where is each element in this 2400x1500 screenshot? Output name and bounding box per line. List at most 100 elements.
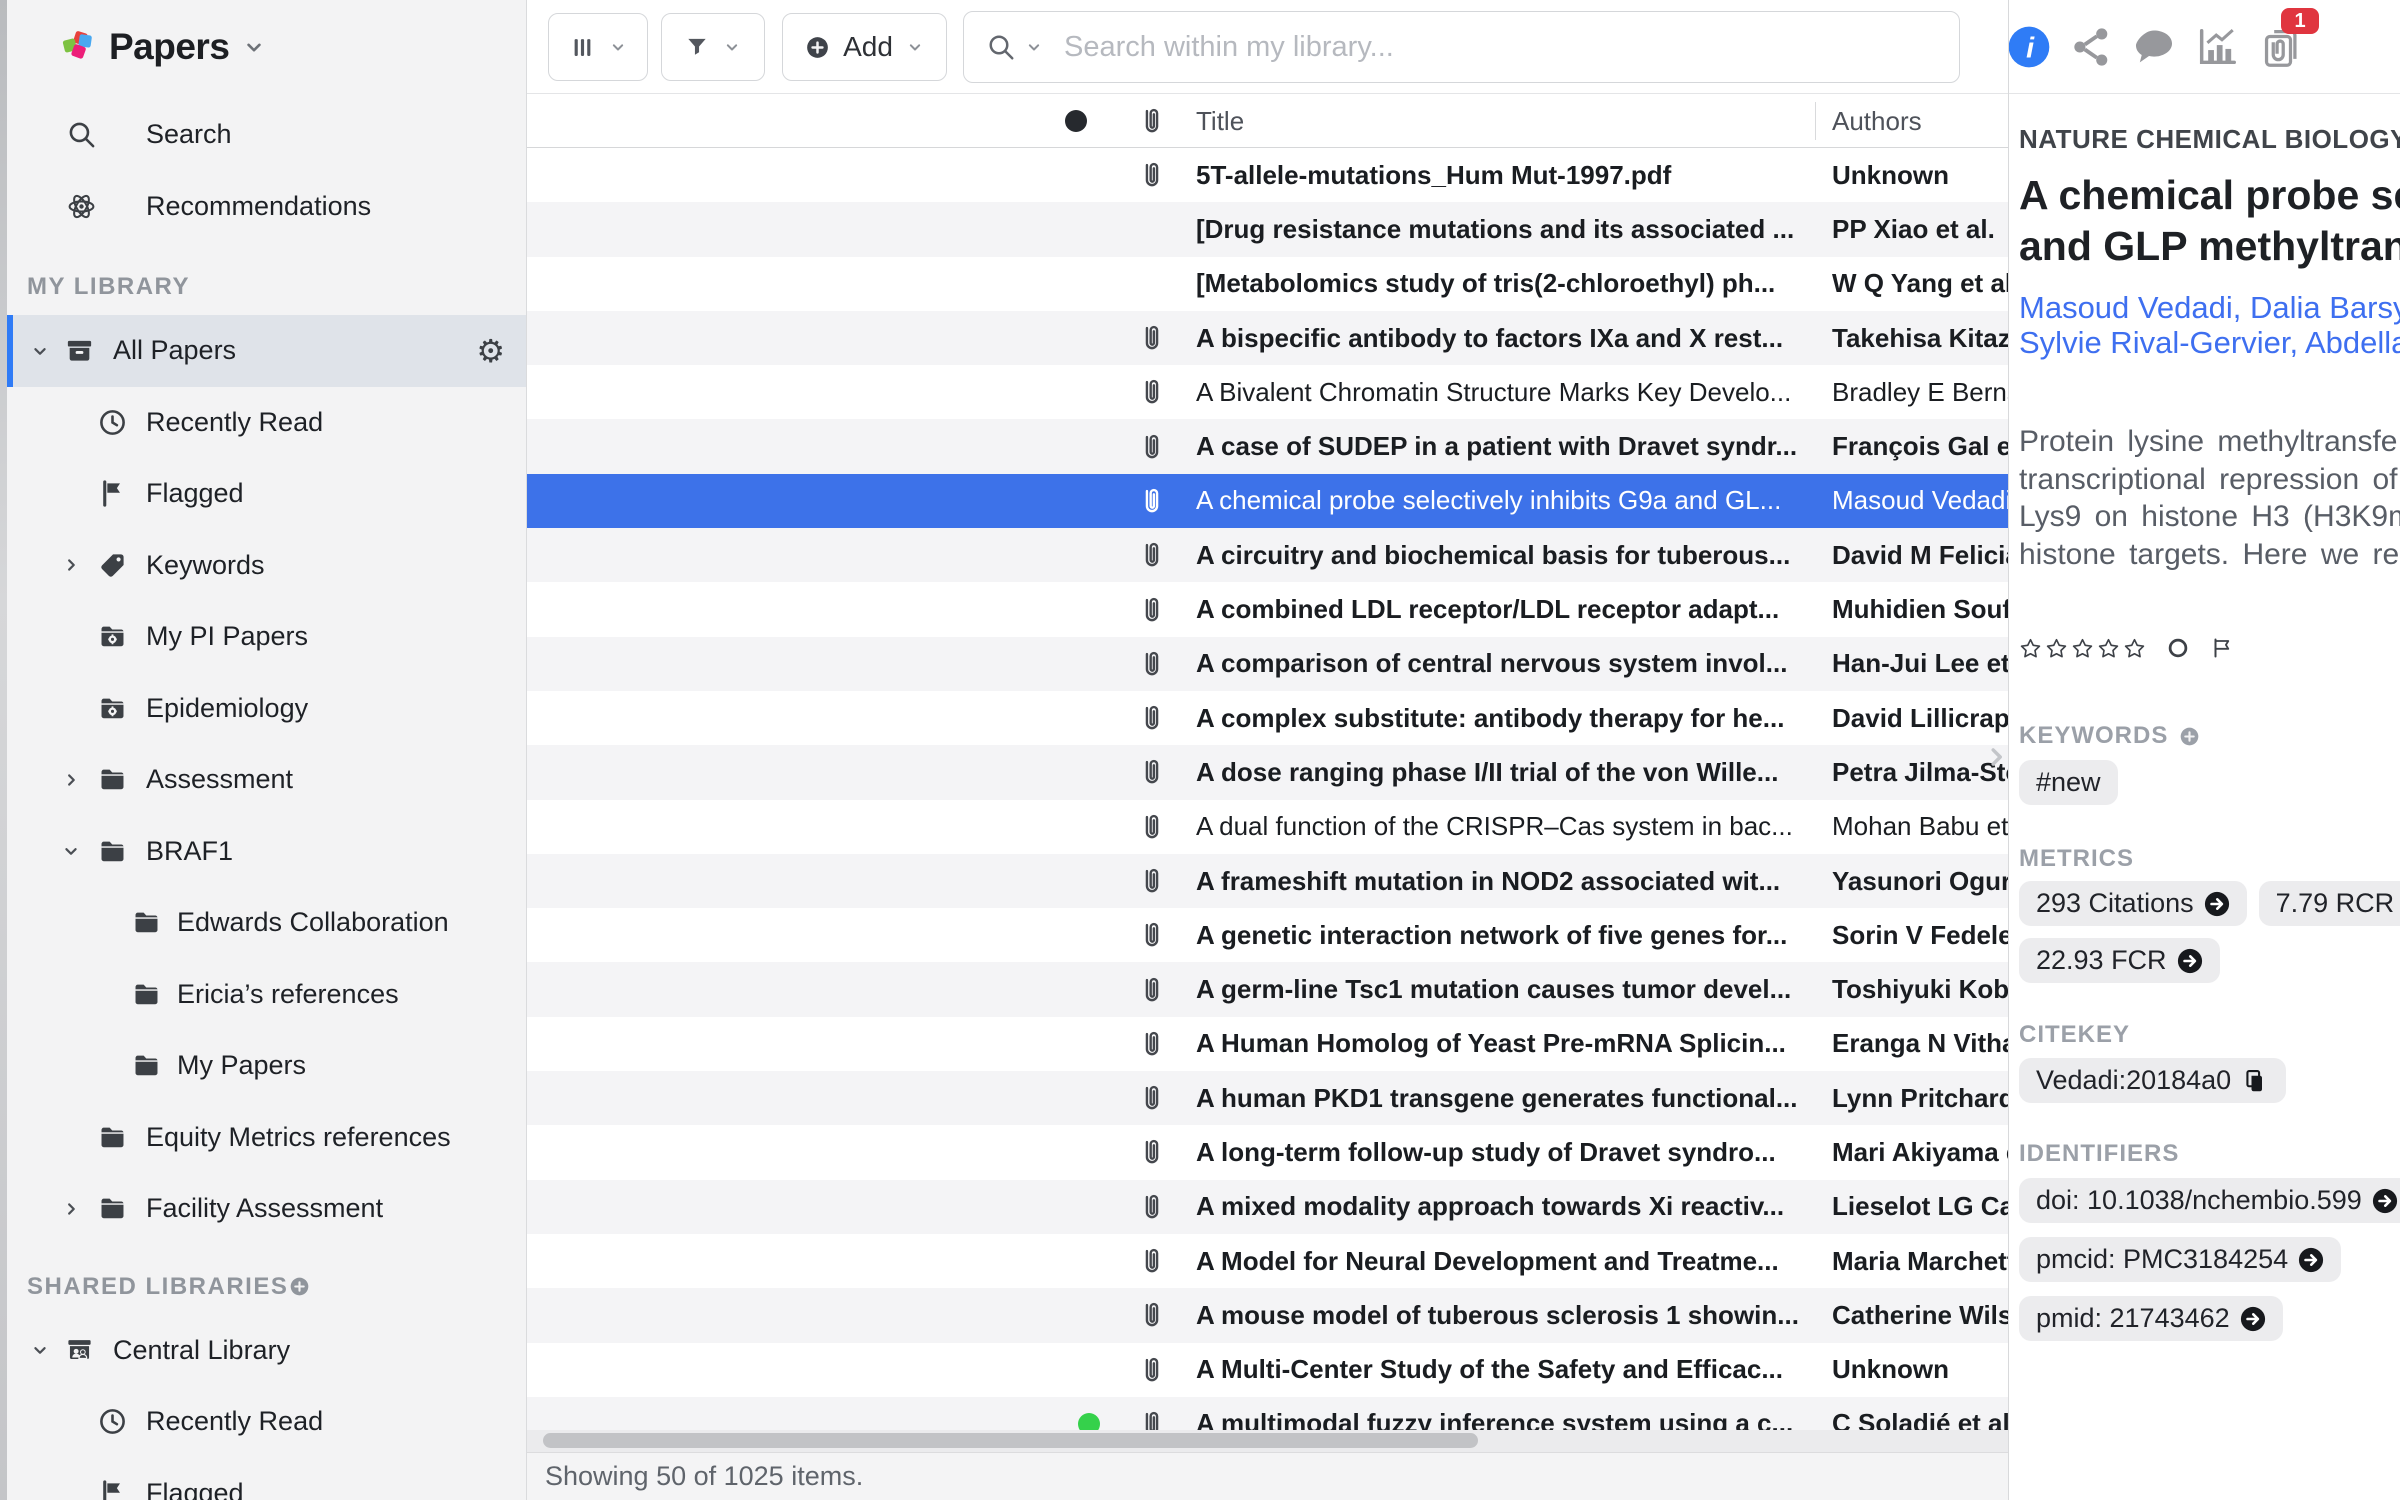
sidebar-item-my-papers[interactable]: My Papers xyxy=(7,1030,527,1102)
table-row[interactable]: A dual function of the CRISPR–Cas system… xyxy=(527,800,2008,854)
share-icon[interactable] xyxy=(2068,24,2114,70)
copy-icon[interactable] xyxy=(2241,1067,2269,1095)
columns-button[interactable] xyxy=(548,13,648,81)
metric-chip[interactable]: 293 Citations xyxy=(2019,881,2247,926)
attachment-column-header[interactable] xyxy=(1132,94,1172,148)
sidebar-item-equity-metrics-references[interactable]: Equity Metrics references xyxy=(7,1102,527,1174)
paper-title-line2: and GLP methyltran xyxy=(2019,221,2400,272)
table-row[interactable]: A circuitry and biochemical basis for tu… xyxy=(527,528,2008,582)
keyword-chip[interactable]: #new xyxy=(2019,760,2118,805)
folder-icon xyxy=(131,907,162,938)
citekey-chip[interactable]: Vedadi:20184a0 xyxy=(2019,1058,2286,1103)
chevron-down-icon[interactable] xyxy=(241,34,267,60)
authors-cell: W Q Yang et al. xyxy=(1832,257,2008,311)
table-row[interactable]: A complex substitute: antibody therapy f… xyxy=(527,691,2008,745)
read-status-column-header[interactable] xyxy=(1062,94,1090,148)
arrow-circle-icon xyxy=(2372,1188,2398,1214)
library-search-field[interactable] xyxy=(963,11,1960,83)
star-icon[interactable] xyxy=(2097,637,2120,660)
app-logo-row[interactable]: Papers xyxy=(7,16,527,78)
table-row[interactable]: A Bivalent Chromatin Structure Marks Key… xyxy=(527,365,2008,419)
sidebar-item-edwards-collaboration[interactable]: Edwards Collaboration xyxy=(7,887,527,959)
identifier-chip[interactable]: doi: 10.1038/nchembio.599 xyxy=(2019,1178,2400,1223)
table-row[interactable]: A human PKD1 transgene generates functio… xyxy=(527,1071,2008,1125)
table-row[interactable]: [Metabolomics study of tris(2-chloroethy… xyxy=(527,257,2008,311)
sidebar-item-my-pi-papers[interactable]: My PI Papers xyxy=(7,601,527,673)
star-icon[interactable] xyxy=(2045,637,2068,660)
paper-authors[interactable]: Masoud Vedadi, Dalia Barsyte- Sylvie Riv… xyxy=(2019,290,2400,360)
table-row[interactable]: A long-term follow-up study of Dravet sy… xyxy=(527,1125,2008,1179)
identifier-chip[interactable]: pmid: 21743462 xyxy=(2019,1296,2283,1341)
filter-button[interactable] xyxy=(661,13,765,81)
sidebar-item-facility-assessment[interactable]: Facility Assessment xyxy=(7,1173,527,1245)
metric-chip[interactable]: 22.93 FCR xyxy=(2019,938,2220,983)
star-icon[interactable] xyxy=(2071,637,2094,660)
sidebar-item-flagged[interactable]: Flagged xyxy=(7,1458,527,1500)
identifier-chip[interactable]: pmcid: PMC3184254 xyxy=(2019,1237,2341,1282)
paperclip-icon xyxy=(1136,539,1168,571)
title-column-header[interactable]: Title xyxy=(1196,94,1244,148)
table-row[interactable]: A Human Homolog of Yeast Pre-mRNA Splici… xyxy=(527,1017,2008,1071)
sidebar-item-search[interactable]: Search xyxy=(7,99,527,171)
table-row[interactable]: A Multi-Center Study of the Safety and E… xyxy=(527,1343,2008,1397)
comment-icon[interactable] xyxy=(2131,24,2177,70)
read-status-circle-icon[interactable] xyxy=(2167,637,2189,659)
table-row[interactable]: A chemical probe selectively inhibits G9… xyxy=(527,474,2008,528)
chevron-down-icon[interactable] xyxy=(60,840,82,862)
table-row[interactable]: A germ-line Tsc1 mutation causes tumor d… xyxy=(527,962,2008,1016)
table-row[interactable]: A genetic interaction network of five ge… xyxy=(527,908,2008,962)
table-row[interactable]: A frameshift mutation in NOD2 associated… xyxy=(527,854,2008,908)
flag-toggle-icon[interactable] xyxy=(2210,636,2234,660)
chevron-down-icon[interactable] xyxy=(29,340,51,362)
sidebar-item-epidemiology[interactable]: Epidemiology xyxy=(7,673,527,745)
star-icon[interactable] xyxy=(2019,637,2042,660)
paper-authors-line2[interactable]: Sylvie Rival-Gervier, Abdellah xyxy=(2019,325,2400,360)
chevron-down-icon[interactable] xyxy=(29,1339,51,1361)
chevron-right-icon[interactable] xyxy=(60,1198,82,1220)
horizontal-scrollbar-thumb[interactable] xyxy=(543,1433,1478,1448)
sidebar-item-recommendations[interactable]: Recommendations xyxy=(7,171,527,243)
abstract-line: Protein lysine methyltransfe xyxy=(2019,423,2400,461)
chevron-right-icon[interactable] xyxy=(60,769,82,791)
authors-cell: Unknown xyxy=(1832,148,2008,202)
authors-column-header[interactable]: Authors xyxy=(1832,94,1922,148)
table-row[interactable]: A mixed modality approach towards Xi rea… xyxy=(527,1180,2008,1234)
status-bar: Showing 50 of 1025 items. xyxy=(527,1452,2008,1500)
table-row[interactable]: A combined LDL receptor/LDL receptor ada… xyxy=(527,582,2008,636)
metrics-header: METRICS xyxy=(2019,845,2134,873)
chevron-down-icon[interactable] xyxy=(1024,37,1044,57)
sidebar-item-flagged[interactable]: Flagged xyxy=(7,458,527,530)
sidebar-item-central-library[interactable]: Central Library xyxy=(7,1315,527,1387)
sidebar-item-recently-read[interactable]: Recently Read xyxy=(7,1386,527,1458)
sidebar-item-braf1[interactable]: BRAF1 xyxy=(7,816,527,888)
metrics-chart-icon[interactable] xyxy=(2194,24,2240,70)
table-row[interactable]: A case of SUDEP in a patient with Dravet… xyxy=(527,419,2008,473)
identifier-chip-label: pmcid: PMC3184254 xyxy=(2036,1244,2288,1275)
horizontal-scrollbar[interactable] xyxy=(527,1430,2008,1452)
sidebar-item-ericia-s-references[interactable]: Ericia’s references xyxy=(7,959,527,1031)
table-row[interactable]: A mouse model of tuberous sclerosis 1 sh… xyxy=(527,1288,2008,1342)
attachment-cell xyxy=(1132,311,1172,365)
sidebar-item-keywords[interactable]: Keywords xyxy=(7,530,527,602)
attachment-cell xyxy=(1132,1017,1172,1071)
gear-icon[interactable]: ⚙ xyxy=(476,335,505,367)
table-row[interactable]: A multimodal fuzzy inference system usin… xyxy=(527,1397,2008,1432)
info-icon[interactable] xyxy=(2008,24,2052,70)
table-row[interactable]: A comparison of central nervous system i… xyxy=(527,637,2008,691)
sidebar-item-assessment[interactable]: Assessment xyxy=(7,744,527,816)
add-keyword-icon[interactable] xyxy=(2178,725,2201,748)
sidebar-item-all-papers[interactable]: All Papers⚙ xyxy=(7,315,527,387)
authors-cell: Toshiyuki Kobayashi ... xyxy=(1832,962,2008,1016)
add-button[interactable]: Add xyxy=(782,13,947,81)
star-icon[interactable] xyxy=(2123,637,2146,660)
sidebar-item-recently-read[interactable]: Recently Read xyxy=(7,387,527,459)
search-input[interactable] xyxy=(1062,30,1882,65)
chevron-right-icon[interactable] xyxy=(60,554,82,576)
table-row[interactable]: A Model for Neural Development and Treat… xyxy=(527,1234,2008,1288)
table-row[interactable]: [Drug resistance mutations and its assoc… xyxy=(527,202,2008,256)
paper-authors-line1[interactable]: Masoud Vedadi, Dalia Barsyte- xyxy=(2019,290,2400,325)
metric-chip[interactable]: 7.79 RCR xyxy=(2259,881,2400,926)
table-row[interactable]: A dose ranging phase I/II trial of the v… xyxy=(527,745,2008,799)
table-row[interactable]: 5T-allele-mutations_Hum Mut-1997.pdfUnkn… xyxy=(527,148,2008,202)
table-row[interactable]: A bispecific antibody to factors IXa and… xyxy=(527,311,2008,365)
